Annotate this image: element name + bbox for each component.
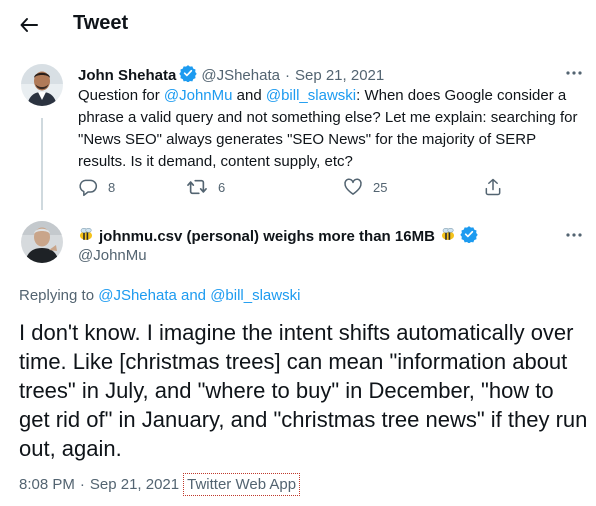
- source-app-link[interactable]: Twitter Web App: [183, 473, 301, 496]
- mention-link[interactable]: @bill_slawski: [266, 87, 356, 104]
- share-button[interactable]: [483, 177, 513, 197]
- avatar[interactable]: [21, 221, 63, 263]
- replying-to-label: Replying to: [19, 287, 99, 304]
- back-arrow-icon: [20, 18, 38, 32]
- tweet-text-and: and: [232, 87, 266, 104]
- reply-author-handle[interactable]: @JohnMu: [78, 247, 147, 264]
- avatar[interactable]: [21, 64, 63, 106]
- reply-author-name[interactable]: johnmu.csv (personal) weighs more than 1…: [99, 228, 435, 245]
- share-icon: [485, 178, 501, 196]
- verified-badge-icon: [460, 225, 478, 247]
- tweet-actions: 8 6 25: [78, 177, 518, 199]
- back-button[interactable]: [12, 8, 46, 42]
- replying-to-line: Replying to @JShehata and @bill_slawski: [19, 287, 300, 304]
- reply-text: I don't know. I imagine the intent shift…: [19, 318, 589, 463]
- tweet-text-prefix: Question for: [78, 87, 164, 104]
- separator-dot: ·: [284, 66, 290, 84]
- reply-button[interactable]: 8: [78, 177, 115, 197]
- retweet-icon: [187, 179, 207, 195]
- page-header: Tweet: [0, 0, 596, 52]
- author-name[interactable]: John Shehata: [78, 67, 176, 84]
- reply-count: 8: [108, 179, 116, 195]
- like-count: 25: [373, 179, 388, 195]
- reply-text-content: I don't know. I imagine the intent shift…: [19, 320, 588, 461]
- more-dots-icon: [566, 233, 582, 237]
- thread-line: [41, 118, 43, 210]
- tweet-date[interactable]: Sep 21, 2021: [295, 67, 384, 84]
- author-handle[interactable]: @JShehata: [201, 67, 280, 84]
- verified-badge-icon: [179, 64, 198, 86]
- like-button[interactable]: 25: [343, 177, 387, 197]
- more-dots-icon: [566, 71, 582, 75]
- bee-icon: [78, 226, 94, 246]
- tweet-author-row: John Shehata @JShehata · Sep 21, 2021: [78, 64, 384, 86]
- replying-to-links[interactable]: @JShehata and @bill_slawski: [98, 287, 300, 304]
- reply-meta: 8:08 PM · Sep 21, 2021 Twitter Web App: [19, 473, 301, 496]
- mention-link[interactable]: @JohnMu: [164, 87, 233, 104]
- page-title: Tweet: [73, 12, 129, 34]
- tweet-text: Question for @JohnMu and @bill_slawski: …: [78, 85, 588, 173]
- retweet-button[interactable]: 6: [186, 177, 225, 197]
- reply-time[interactable]: 8:08 PM: [19, 476, 75, 493]
- reply-date[interactable]: Sep 21, 2021: [90, 476, 179, 493]
- retweet-count: 6: [218, 179, 226, 195]
- more-options-button[interactable]: [562, 228, 586, 248]
- reply-author-row: johnmu.csv (personal) weighs more than 1…: [78, 225, 482, 247]
- reply-icon: [79, 179, 98, 197]
- separator-dot: ·: [79, 476, 85, 493]
- bee-icon: [440, 226, 456, 246]
- heart-icon: [344, 178, 362, 195]
- more-options-button[interactable]: [562, 66, 586, 86]
